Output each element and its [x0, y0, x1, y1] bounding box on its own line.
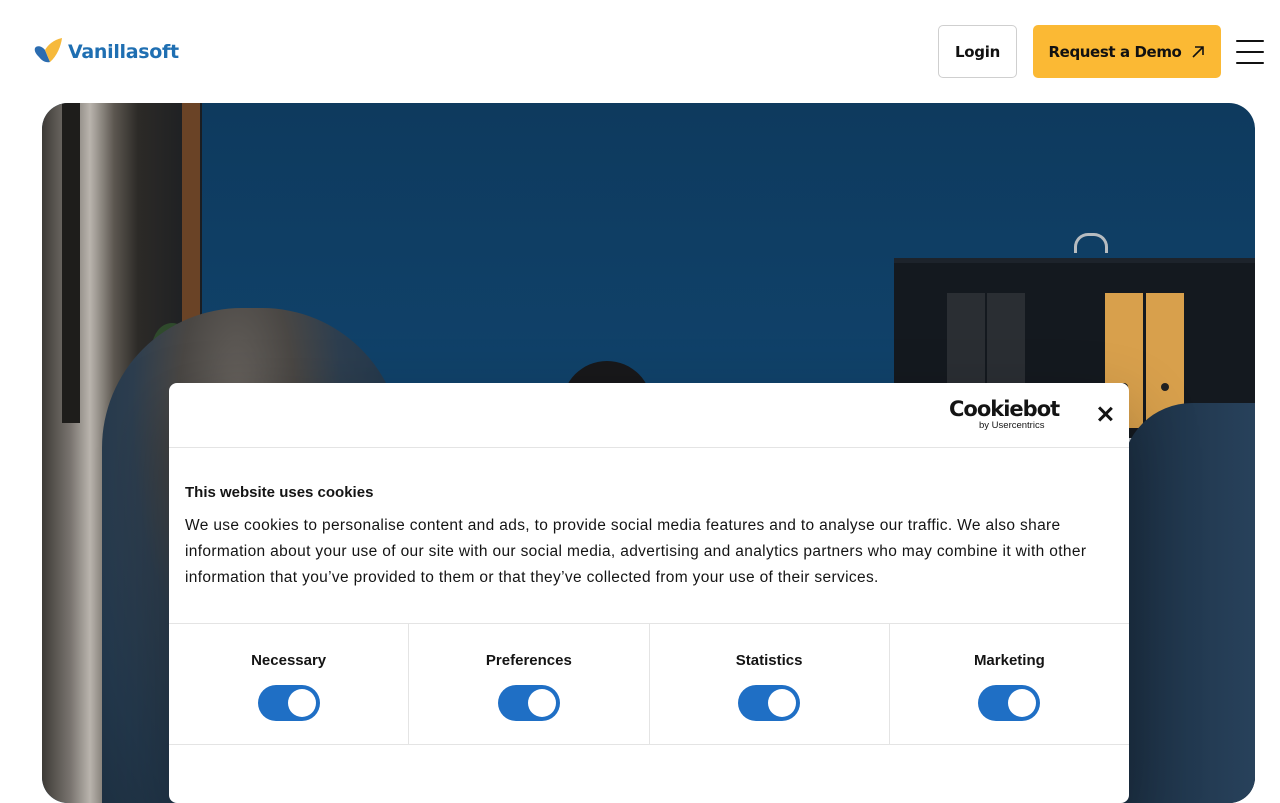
cookie-dialog-body: We use cookies to personalise content an…: [185, 517, 1087, 586]
cookiebot-name: Cookiebot: [949, 397, 1060, 421]
logo-text: Vanillasoft: [68, 41, 179, 63]
toggle-knob: [768, 689, 797, 717]
category-label: Necessary: [251, 652, 327, 669]
binder-hole: [1161, 383, 1169, 391]
arrow-up-right-icon: [1192, 45, 1205, 58]
request-demo-button[interactable]: Request a Demo: [1033, 25, 1221, 78]
category-label: Marketing: [973, 652, 1045, 669]
cookie-category-toggles: Necessary Preferences Statistics Marketi…: [169, 623, 1129, 745]
site-header: Vanillasoft Login Request a Demo: [0, 0, 1280, 104]
hero-person-right: [1122, 403, 1255, 803]
category-label: Statistics: [735, 652, 803, 669]
menu-line: [1236, 62, 1264, 64]
hero-window-frame: [62, 103, 80, 423]
toggle-knob: [1008, 689, 1037, 717]
cookiebot-subtitle: by Usercentrics: [979, 420, 1045, 431]
cookie-dialog-header: Cookiebot by Usercentrics: [169, 383, 1129, 448]
cookie-dialog-title: This website uses cookies: [185, 484, 374, 501]
statistics-toggle[interactable]: [738, 685, 801, 721]
close-icon[interactable]: [1093, 402, 1117, 426]
cookie-consent-dialog: Cookiebot by Usercentrics This website u…: [169, 383, 1129, 803]
marketing-toggle[interactable]: [978, 685, 1041, 721]
hero-ring-binder: [1074, 233, 1108, 253]
cookiebot-logo: Cookiebot by Usercentrics: [949, 397, 1060, 433]
cookie-category-necessary: Necessary: [169, 624, 410, 744]
cookie-category-statistics: Statistics: [650, 624, 890, 744]
request-demo-label: Request a Demo: [1048, 42, 1182, 61]
category-label: Preferences: [485, 652, 572, 669]
login-button[interactable]: Login: [938, 25, 1017, 78]
necessary-toggle[interactable]: [257, 685, 320, 721]
cookie-category-preferences: Preferences: [409, 624, 650, 744]
cookie-category-marketing: Marketing: [890, 624, 1129, 744]
vanillasoft-logo-icon: [34, 38, 62, 63]
vanillasoft-logo[interactable]: Vanillasoft: [33, 36, 179, 68]
menu-line: [1236, 51, 1264, 53]
hamburger-menu-icon[interactable]: [1236, 40, 1264, 64]
menu-line: [1236, 40, 1264, 42]
preferences-toggle[interactable]: [497, 685, 560, 721]
toggle-knob: [527, 689, 556, 717]
toggle-knob: [287, 689, 316, 717]
